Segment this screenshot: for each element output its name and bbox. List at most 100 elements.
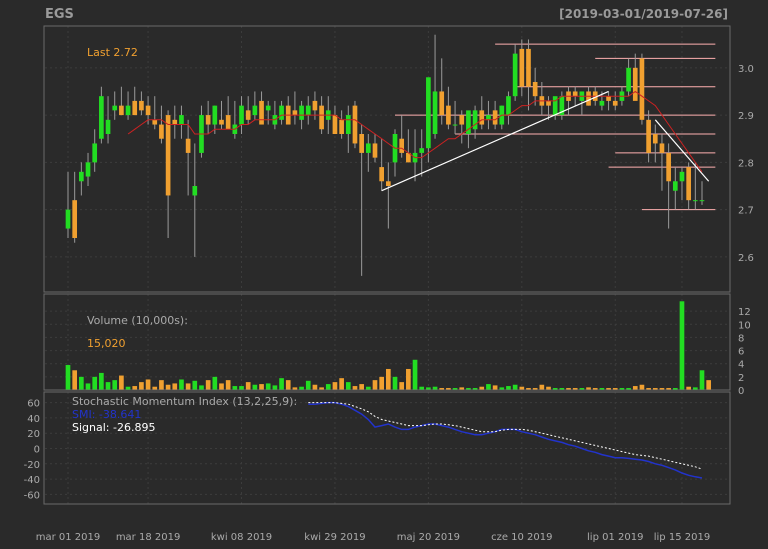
volume-bar bbox=[99, 372, 104, 390]
date-range-label: [2019-03-01/2019-07-26] bbox=[559, 7, 728, 21]
candle-body bbox=[265, 105, 271, 111]
candlestick-chart-svg: EGS [2019-03-01/2019-07-26] mar 01 2019 m… bbox=[0, 0, 768, 549]
candle-body bbox=[492, 110, 498, 125]
candle-body bbox=[526, 48, 531, 87]
volume-bar bbox=[185, 383, 191, 390]
volume-bar bbox=[265, 383, 271, 390]
candle-body bbox=[212, 105, 218, 125]
candle-body bbox=[452, 124, 458, 126]
volume-bar bbox=[179, 379, 184, 390]
price-y-tick-label: 2.7 bbox=[738, 206, 754, 217]
candle-body bbox=[192, 186, 198, 196]
volume-y-tick-label: 4 bbox=[738, 360, 744, 371]
x-tick-label: maj 20 2019 bbox=[397, 532, 460, 543]
volume-bar bbox=[85, 383, 91, 390]
volume-bar bbox=[632, 386, 638, 390]
candle-body bbox=[439, 91, 445, 116]
x-tick-label: mar 01 2019 bbox=[36, 532, 101, 543]
volume-bar bbox=[386, 368, 391, 390]
background bbox=[0, 0, 768, 549]
candle-body bbox=[692, 200, 698, 202]
x-tick-label: lip 01 2019 bbox=[587, 532, 643, 543]
candle-body bbox=[679, 171, 685, 182]
candle-body bbox=[572, 91, 578, 97]
volume-bar bbox=[379, 376, 384, 390]
chart-root: EGS [2019-03-01/2019-07-26] mar 01 2019 m… bbox=[0, 0, 768, 549]
chart-title: EGS bbox=[45, 7, 74, 22]
price-y-tick-label: 2.6 bbox=[738, 253, 754, 264]
volume-bar bbox=[332, 382, 338, 390]
candle-body bbox=[345, 115, 351, 134]
candle-body bbox=[292, 110, 298, 116]
candle-body bbox=[259, 100, 264, 125]
volume-bar bbox=[305, 380, 311, 390]
smi-label: Stochastic Momentum Index (13,2,25,9): bbox=[72, 395, 297, 408]
candle-body bbox=[165, 115, 171, 196]
candle-body bbox=[145, 105, 151, 116]
candle-body bbox=[446, 105, 451, 125]
candle-body bbox=[365, 143, 371, 153]
candle-body bbox=[305, 105, 311, 116]
candle-body bbox=[506, 96, 511, 116]
candle-body bbox=[459, 115, 465, 125]
volume-bar bbox=[159, 380, 164, 390]
x-tick-label: kwi 08 2019 bbox=[211, 532, 272, 543]
volume-y-tick-label: 12 bbox=[738, 307, 751, 318]
volume-bar bbox=[119, 375, 124, 390]
volume-bar bbox=[492, 385, 498, 390]
volume-bar bbox=[65, 365, 71, 390]
candle-body bbox=[379, 167, 384, 182]
volume-bar bbox=[205, 380, 211, 390]
volume-bar bbox=[679, 301, 685, 390]
candle-body bbox=[372, 143, 378, 158]
volume-bar bbox=[639, 384, 645, 390]
smi-value-label: SMI: -38.641 bbox=[72, 408, 141, 421]
volume-bar bbox=[145, 379, 151, 390]
candle-body bbox=[179, 115, 184, 125]
candle-body bbox=[252, 105, 258, 116]
volume-bar bbox=[272, 385, 278, 390]
volume-y-tick-label: 2 bbox=[738, 373, 744, 384]
volume-bar bbox=[486, 384, 491, 390]
candle-body bbox=[419, 148, 425, 153]
candle-body bbox=[399, 138, 405, 153]
candle-body bbox=[512, 53, 518, 97]
price-y-tick-label: 2.8 bbox=[738, 158, 754, 169]
smi-y-tick-label: -20 bbox=[24, 460, 40, 471]
volume-bar bbox=[699, 370, 705, 390]
candle-body bbox=[672, 181, 678, 191]
candle-body bbox=[632, 67, 638, 101]
last-price-label: Last 2.72 bbox=[87, 46, 138, 59]
volume-bar bbox=[72, 370, 78, 390]
candle-body bbox=[626, 67, 631, 92]
volume-bar bbox=[706, 380, 712, 390]
candle-body bbox=[72, 200, 78, 238]
candle-body bbox=[479, 110, 485, 125]
volume-bar bbox=[359, 384, 364, 390]
volume-bar bbox=[259, 384, 264, 390]
signal-value-label: Signal: -26.895 bbox=[72, 421, 155, 434]
candle-body bbox=[646, 119, 651, 153]
volume-bar bbox=[199, 385, 204, 390]
volume-bar bbox=[79, 376, 84, 390]
candle-body bbox=[225, 115, 231, 130]
volume-bar bbox=[239, 386, 244, 390]
candle-body bbox=[586, 91, 591, 106]
volume-last-value: 15,020 bbox=[87, 337, 126, 350]
volume-bar bbox=[506, 386, 511, 390]
smi-y-tick-label: 60 bbox=[27, 399, 40, 410]
smi-y-tick-label: 0 bbox=[34, 445, 40, 456]
volume-bar bbox=[339, 378, 344, 390]
candle-body bbox=[659, 143, 665, 153]
candle-body bbox=[652, 134, 658, 144]
volume-bar bbox=[232, 386, 238, 390]
candle-body bbox=[686, 167, 691, 201]
candle-body bbox=[432, 91, 438, 134]
candle-body bbox=[99, 96, 104, 139]
volume-bar bbox=[245, 382, 251, 390]
candle-body bbox=[172, 119, 178, 125]
volume-bar bbox=[406, 368, 411, 390]
x-tick-label: mar 18 2019 bbox=[116, 532, 181, 543]
volume-bar bbox=[279, 378, 284, 390]
candle-body bbox=[426, 77, 431, 149]
